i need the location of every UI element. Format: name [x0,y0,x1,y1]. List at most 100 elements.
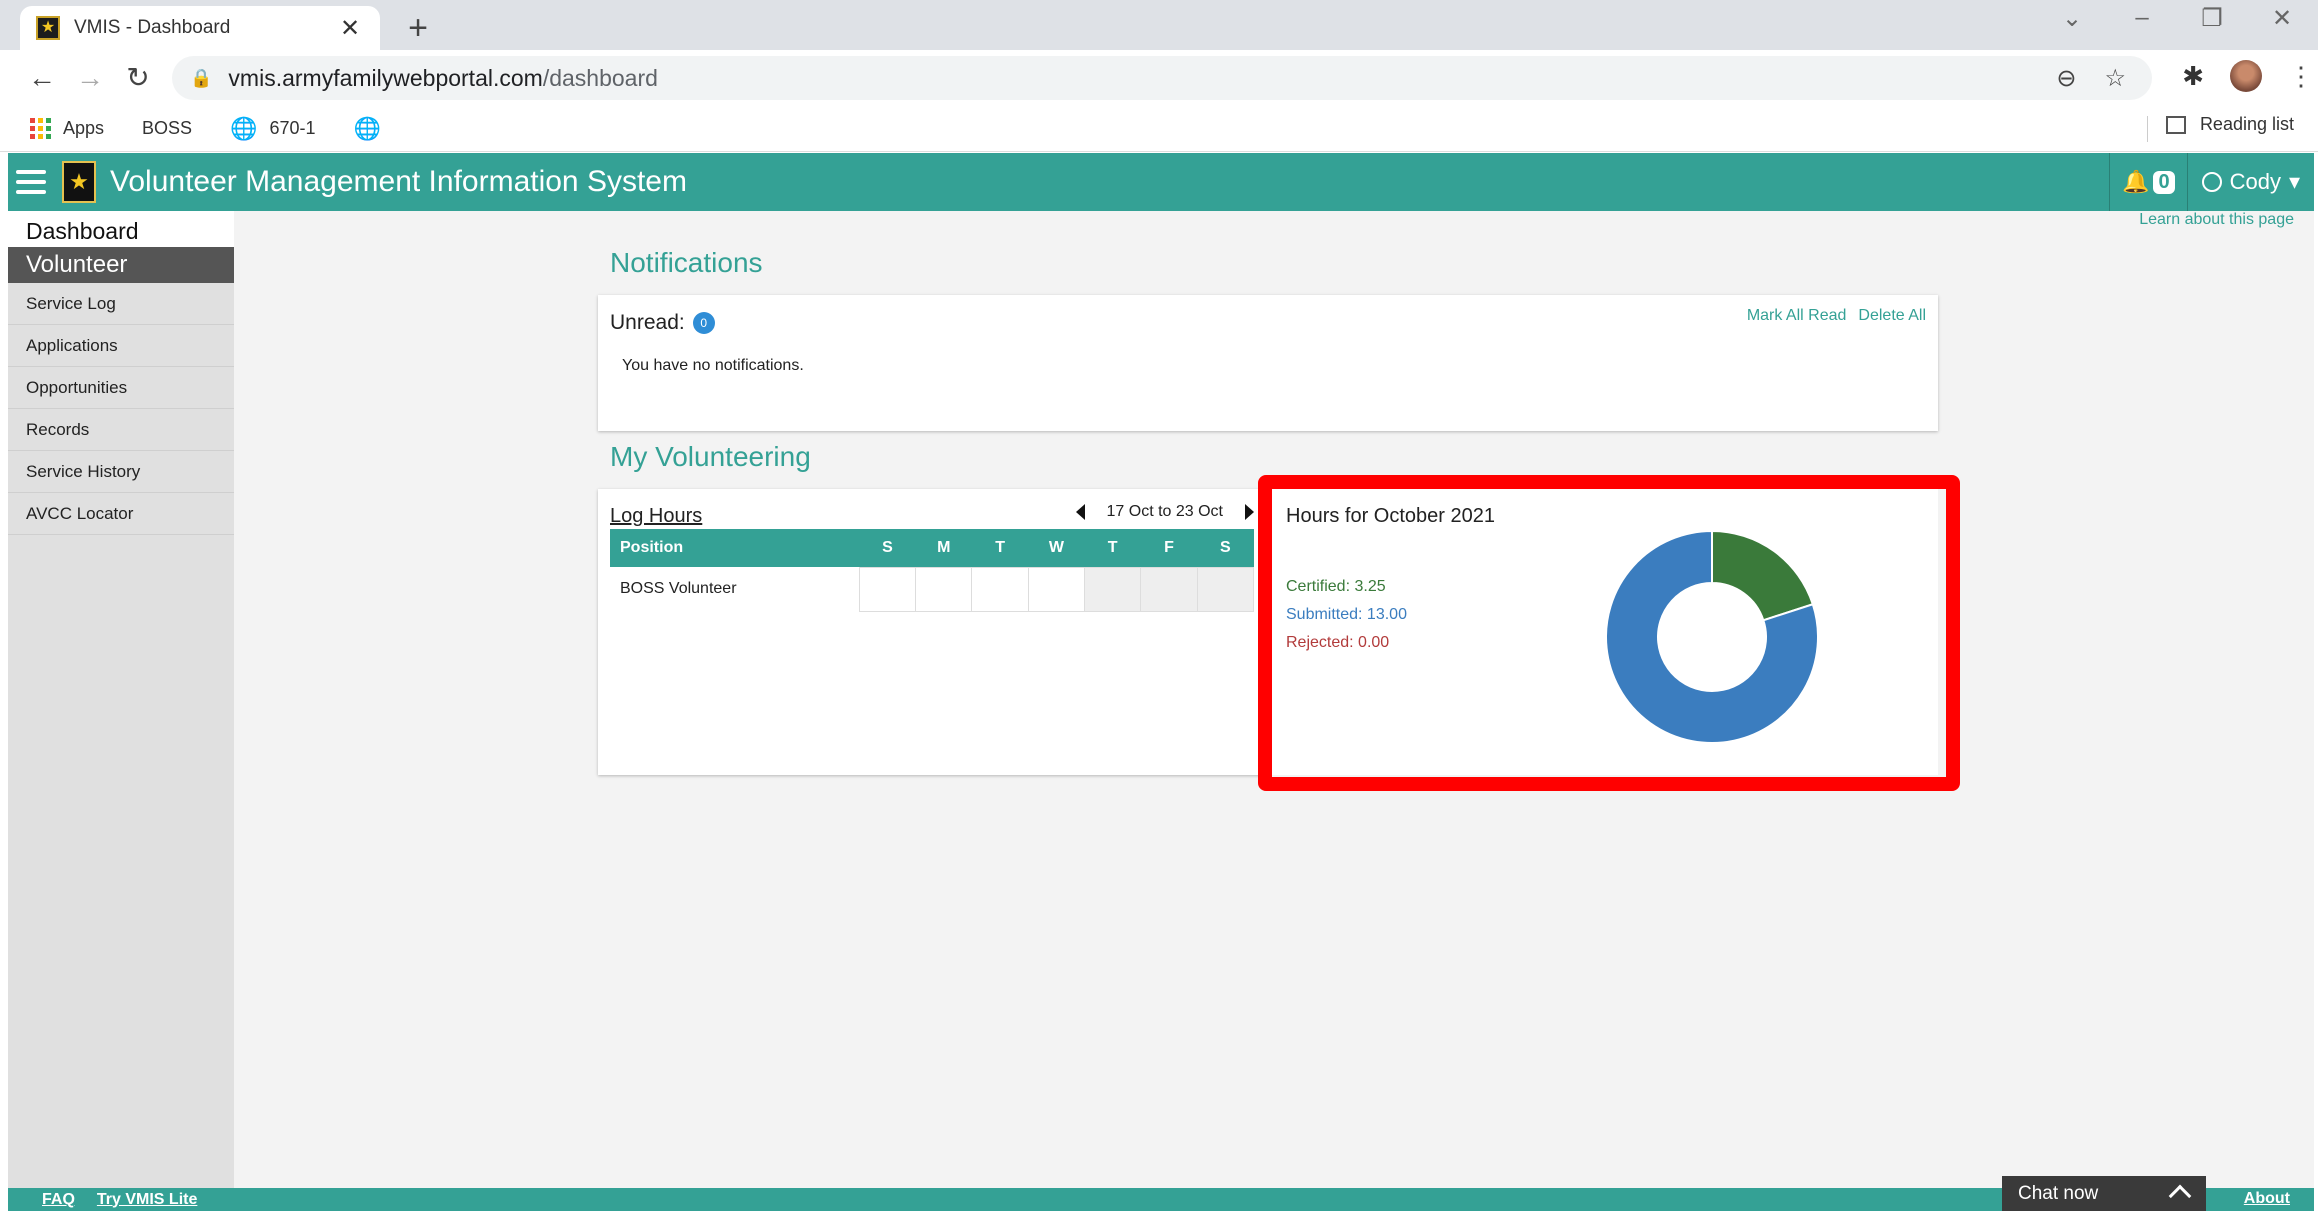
restore-icon[interactable]: ❐ [2196,4,2228,33]
profile-avatar[interactable] [2230,60,2262,92]
sidebar-item-service-log[interactable]: Service Log [8,283,234,325]
bookmark-star-icon[interactable]: ☆ [2104,64,2126,93]
back-icon[interactable]: ← [24,60,60,96]
browser-toolbar: ← → ↻ 🔒 vmis.armyfamilywebportal.com /da… [0,50,2318,106]
hamburger-menu-icon[interactable] [8,153,54,211]
sidebar-section-volunteer[interactable]: Volunteer [8,247,234,283]
browser-tab[interactable]: ★ VMIS - Dashboard ✕ [20,6,380,50]
log-hours-title[interactable]: Log Hours [610,505,702,528]
apps-grid-icon [30,118,51,139]
day-header: W [1028,529,1085,567]
sidebar-item-service-history[interactable]: Service History [8,451,234,493]
army-star-icon: ★ [36,16,60,40]
notifications-title: Notifications [610,247,763,278]
app-title: Volunteer Management Information System [110,165,687,198]
position-cell: BOSS Volunteer [620,580,737,597]
position-header: Position [610,529,860,567]
extensions-icon[interactable]: ✱ [2182,61,2204,92]
day-header: T [1084,529,1141,567]
tab-search-icon[interactable]: ⌄ [2056,4,2088,33]
window-controls: ⌄ – ❐ ✕ [2056,4,2298,33]
day-header: F [1140,529,1198,567]
app-header: ★ Volunteer Management Information Syste… [8,153,2314,211]
bookmark-label: BOSS [142,118,193,138]
hours-input-cell-disabled [1196,566,1255,612]
url-host: vmis.armyfamilywebportal.com [228,64,543,91]
sidebar-item-dashboard[interactable]: Dashboard [8,211,234,247]
hours-donut-chart [1605,529,1819,744]
notifications-panel: Unread: 0 Mark All Read Delete All You h… [598,295,1938,431]
chat-now-button[interactable]: Chat now [2002,1176,2206,1211]
minimize-icon[interactable]: – [2126,4,2158,33]
chevron-up-icon [2168,1184,2192,1208]
main-content: Learn about this page Notifications Unre… [234,211,2314,1188]
close-tab-icon[interactable]: ✕ [336,14,364,43]
day-header: M [915,529,972,567]
notifications-button[interactable]: 🔔 0 [2109,153,2187,211]
sidebar-item-applications[interactable]: Applications [8,325,234,367]
unread-row: Unread: 0 [610,311,715,335]
about-link[interactable]: About [2244,1190,2290,1208]
footer-bar: FAQ Try VMIS Lite [8,1188,2314,1211]
reload-icon[interactable]: ↻ [120,60,156,96]
notification-count: 0 [2153,170,2175,194]
try-vmis-lite-link[interactable]: Try VMIS Lite [97,1191,197,1209]
sidebar-item-opportunities[interactable]: Opportunities [8,367,234,409]
table-row: BOSS Volunteer [610,566,1255,612]
zoom-icon[interactable]: ⊖ [2056,64,2076,93]
menu-kebab-icon[interactable]: ⋮ [2288,61,2314,92]
hours-input-cell[interactable] [971,566,1029,612]
prev-week-icon[interactable] [1075,504,1085,520]
address-bar[interactable]: 🔒 vmis.armyfamilywebportal.com /dashboar… [172,56,2152,100]
my-volunteering-title: My Volunteering [610,441,811,472]
hours-chart-title: Hours for October 2021 [1286,505,1495,527]
day-header: S [1197,529,1254,567]
unread-count-badge: 0 [692,312,715,334]
week-range: 17 Oct to 23 Oct [1106,503,1224,520]
lock-icon[interactable]: 🔒 [190,68,212,89]
bookmark-label: 670-1 [269,118,316,138]
sidebar-item-records[interactable]: Records [8,409,234,451]
learn-about-page-link[interactable]: Learn about this page [2139,211,2294,229]
globe-icon: 🌐 [353,115,381,141]
globe-icon: 🌐 [230,115,258,141]
user-name: Cody [2229,169,2281,194]
hours-input-cell[interactable] [1027,566,1086,612]
delete-all-link[interactable]: Delete All [1858,307,1926,325]
hours-summary-panel: Hours for October 2021 Certified: 3.25 S… [1266,489,1938,775]
day-header: T [971,529,1029,567]
unread-label: Unread: [610,311,685,334]
legend-certified: Certified: 3.25 [1286,578,1386,595]
hours-input-cell[interactable] [858,566,917,612]
reading-list-label: Reading list [2199,114,2294,134]
faq-link[interactable]: FAQ [42,1191,75,1209]
army-logo[interactable]: ★ [62,161,96,203]
bookmark-separator [2147,116,2148,142]
next-week-icon[interactable] [1245,504,1254,520]
close-window-icon[interactable]: ✕ [2266,4,2298,33]
log-hours-table: Position S M T W T F S BOSS Volunteer [610,529,1255,612]
sidebar-item-avcc-locator[interactable]: AVCC Locator [8,493,234,535]
sidebar: Dashboard Volunteer Service Log Applicat… [8,211,234,1188]
reading-list-button[interactable]: Reading list [2165,114,2294,135]
log-hours-panel: Log Hours 17 Oct to 23 Oct Position S M … [598,489,1266,775]
mark-all-read-link[interactable]: Mark All Read [1747,307,1847,325]
bookmark-globe[interactable]: 🌐 [354,116,393,142]
hours-input-cell[interactable] [915,566,973,612]
bookmarks-bar: Apps BOSS 🌐 670-1 🌐 Reading list [0,106,2318,152]
bookmark-670-1[interactable]: 🌐 670-1 [230,116,315,142]
bookmark-label: Apps [63,118,105,138]
bookmark-apps[interactable]: Apps [30,118,104,139]
day-header: S [859,529,916,567]
user-menu-button[interactable]: Cody ▾ [2186,153,2314,211]
forward-icon[interactable]: → [72,60,108,96]
tab-title: VMIS - Dashboard [74,17,231,38]
user-circle-icon [2201,172,2222,192]
new-tab-icon[interactable]: + [398,8,438,48]
hours-input-cell-disabled [1084,566,1142,612]
no-notifications-text: You have no notifications. [622,357,804,374]
week-navigator: 17 Oct to 23 Oct [1075,503,1254,521]
bookmark-boss[interactable]: BOSS [142,118,192,139]
bell-icon: 🔔 [2122,169,2150,194]
chat-now-label: Chat now [2018,1182,2099,1204]
